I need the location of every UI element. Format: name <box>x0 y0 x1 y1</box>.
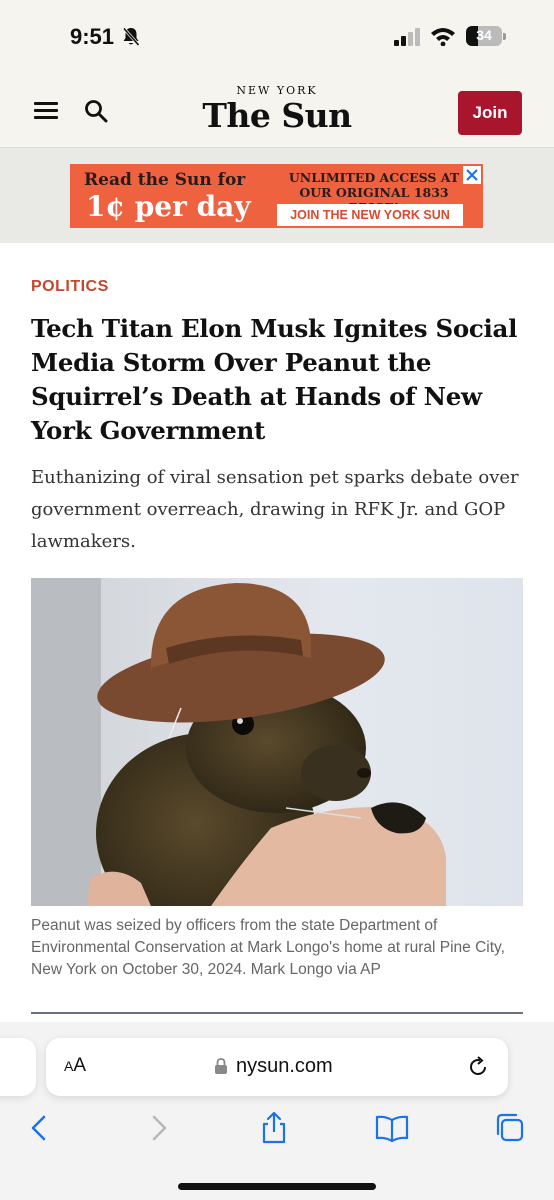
wifi-icon <box>431 28 455 46</box>
cellular-signal-icon <box>394 28 420 46</box>
status-time: 9:51 <box>70 24 115 49</box>
reload-icon[interactable] <box>466 1055 490 1079</box>
ad-area: Read the Sun for 1¢ per day UNLIMITED AC… <box>0 148 554 243</box>
article-category[interactable]: POLITICS <box>31 278 109 296</box>
tabs-icon[interactable] <box>492 1110 528 1146</box>
ad-banner[interactable]: Read the Sun for 1¢ per day UNLIMITED AC… <box>70 164 483 228</box>
battery-text: 34 <box>476 27 492 43</box>
ad-cta-button[interactable]: JOIN THE NEW YORK SUN <box>277 204 463 226</box>
reader-options-button[interactable]: AA <box>64 1055 86 1077</box>
divider <box>31 1012 523 1014</box>
article-headline: Tech Titan Elon Musk Ignites Social Medi… <box>31 314 518 445</box>
join-button[interactable]: Join <box>458 91 522 135</box>
status-bar: 9:51 34 <box>0 0 554 72</box>
close-icon[interactable] <box>463 166 481 184</box>
url-text[interactable]: nysun.com <box>236 1055 333 1078</box>
bookmarks-icon[interactable] <box>374 1110 410 1146</box>
browser-bottom-bar: AA nysun.com <box>0 1022 554 1200</box>
bell-slash-icon <box>122 27 140 46</box>
squirrel-photo-illustration <box>31 578 523 906</box>
photo-caption: Peanut was seized by officers from the s… <box>31 917 505 978</box>
battery-icon: 34 <box>466 26 506 46</box>
site-header: NEW YORK The Sun Join <box>0 72 554 148</box>
article-dek: Euthanizing of viral sensation pet spark… <box>31 467 519 552</box>
article-photo <box>31 578 523 906</box>
ad-left-line1: Read the Sun for <box>84 170 246 190</box>
battery-cap <box>503 33 506 40</box>
previous-tab-pill[interactable] <box>0 1038 36 1096</box>
ad-left-line2: 1¢ per day <box>86 190 251 223</box>
share-icon[interactable] <box>256 1110 292 1146</box>
address-bar[interactable]: AA nysun.com <box>46 1038 508 1096</box>
back-icon[interactable] <box>22 1110 58 1146</box>
ad-right-line1: UNLIMITED ACCESS AT <box>288 170 460 185</box>
lock-icon <box>215 1058 227 1074</box>
forward-icon[interactable] <box>140 1110 176 1146</box>
home-indicator[interactable] <box>178 1183 376 1190</box>
